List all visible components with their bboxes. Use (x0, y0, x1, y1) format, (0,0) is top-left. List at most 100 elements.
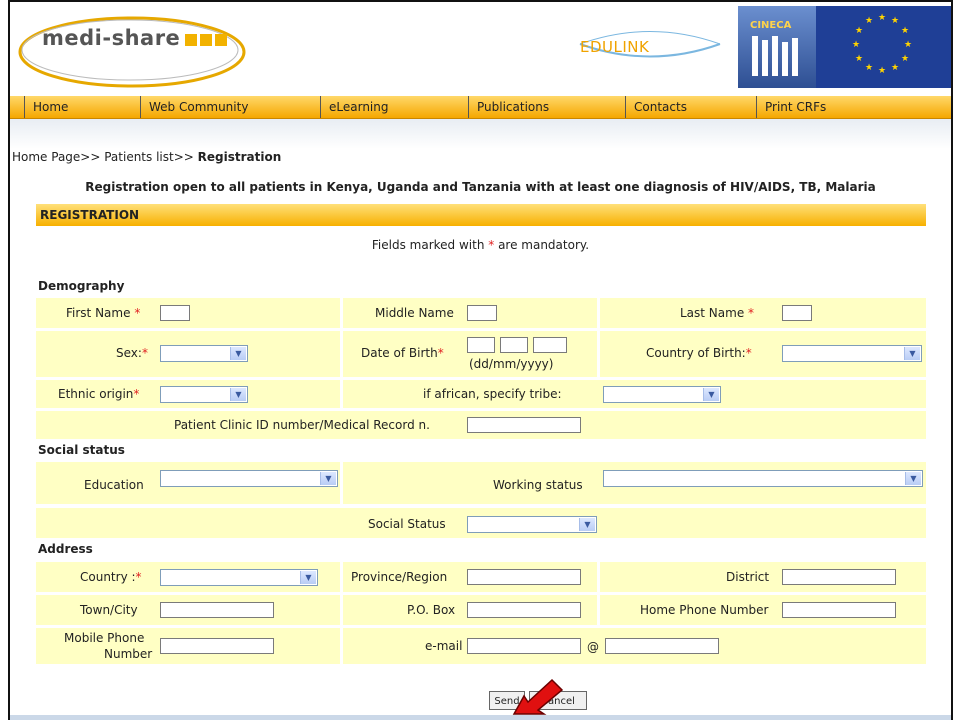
svg-text:★: ★ (878, 13, 886, 23)
ethnic-origin-cell: Ethnic origin* ▼ (36, 380, 343, 408)
nav-publications[interactable]: Publications (468, 96, 597, 118)
svg-text:★: ★ (878, 66, 886, 76)
working-status-cell: Working status ▼ (343, 462, 926, 504)
dob-year-input[interactable] (533, 337, 567, 353)
demography-row-1: First Name * Middle Name Last Name * (36, 298, 926, 328)
province-label: Province/Region (351, 570, 448, 584)
middle-name-label: Middle Name (375, 306, 454, 320)
svg-text:★: ★ (855, 54, 863, 64)
chevron-down-icon: ▼ (905, 472, 921, 485)
address-row-3: Mobile Phone Number e-mail @ (36, 628, 926, 664)
mobile-phone-label-line2: Number (104, 647, 153, 661)
chevron-down-icon: ▼ (703, 388, 719, 401)
logo-block-icon (185, 34, 197, 46)
education-select[interactable]: ▼ (160, 470, 338, 487)
tribe-cell: if african, specify tribe: ▼ (343, 380, 926, 408)
mandatory-note-before: Fields marked with (371, 238, 489, 252)
district-label: District (726, 570, 770, 584)
site-header: medi-share EDULINK CINECA ★ ★ ★ ★ ★ ★ ★ … (10, 2, 951, 94)
demography-title: Demography (38, 279, 125, 293)
mobile-phone-input[interactable] (160, 638, 274, 654)
demography-row-3: Ethnic origin* ▼ if african, specify tri… (36, 380, 926, 408)
province-input[interactable] (467, 569, 581, 585)
breadcrumb-path[interactable]: Home Page>> Patients list>> (12, 150, 198, 164)
ethnic-origin-select[interactable]: ▼ (160, 386, 248, 403)
svg-text:★: ★ (904, 40, 912, 50)
svg-text:★: ★ (901, 26, 909, 36)
education-label: Education (84, 478, 144, 492)
country-of-birth-select[interactable]: ▼ (782, 345, 922, 362)
chevron-down-icon: ▼ (300, 571, 316, 584)
demography-row-4: Patient Clinic ID number/Medical Record … (36, 411, 926, 439)
address-row-1: Country :* ▼ Province/Region District (36, 562, 926, 592)
breadcrumb-current: Registration (197, 150, 282, 164)
country-of-birth-label: Country of Birth:* (646, 346, 752, 360)
email-user-input[interactable] (467, 638, 581, 654)
first-name-input[interactable] (160, 305, 190, 321)
country-select[interactable]: ▼ (160, 569, 318, 586)
nav-shadow (10, 119, 951, 149)
social-row-2: Social Status ▼ (36, 508, 926, 538)
country-label: Country :* (80, 570, 142, 584)
dob-label: Date of Birth* (361, 346, 444, 360)
edulink-logo[interactable]: EDULINK (580, 38, 649, 56)
town-input[interactable] (160, 602, 274, 618)
clinic-id-cell: Patient Clinic ID number/Medical Record … (36, 411, 926, 439)
nav-web-community[interactable]: Web Community (140, 96, 299, 118)
dob-month-input[interactable] (500, 337, 528, 353)
nav-contacts[interactable]: Contacts (625, 96, 734, 118)
mandatory-note: Fields marked with * are mandatory. (10, 238, 951, 252)
eu-flag-icon: ★ ★★ ★★★ ★★★ ★★★ (816, 6, 951, 88)
page-frame: medi-share EDULINK CINECA ★ ★ ★ ★ ★ ★ ★ … (8, 0, 953, 720)
footer-strip (10, 715, 951, 720)
registration-title: REGISTRATION (40, 208, 140, 222)
tribe-select[interactable]: ▼ (603, 386, 721, 403)
first-name-label: First Name * (66, 306, 141, 320)
home-phone-cell: Home Phone Number (600, 595, 926, 625)
first-name-cell: First Name * (36, 298, 343, 328)
dob-day-input[interactable] (467, 337, 495, 353)
working-status-select[interactable]: ▼ (603, 470, 923, 487)
last-name-input[interactable] (782, 305, 812, 321)
nav-home[interactable]: Home (24, 96, 131, 118)
sex-label: Sex:* (116, 346, 148, 360)
clinic-id-input[interactable] (467, 417, 581, 433)
dob-cell: Date of Birth* (dd/mm/yyyy) (343, 331, 600, 377)
svg-text:★: ★ (901, 54, 909, 64)
logo-block-icon (215, 34, 227, 46)
country-cell: Country :* ▼ (36, 562, 343, 592)
address-title: Address (38, 542, 93, 556)
chevron-down-icon: ▼ (230, 388, 246, 401)
middle-name-input[interactable] (467, 305, 497, 321)
site-logo[interactable]: medi-share (42, 26, 180, 50)
social-status-cell: Social Status ▼ (36, 508, 926, 538)
svg-text:★: ★ (865, 63, 873, 73)
mandatory-note-after: are mandatory. (494, 238, 590, 252)
education-cell: Education ▼ (36, 462, 343, 504)
home-phone-input[interactable] (782, 602, 896, 618)
demography-row-2: Sex:* ▼ Date of Birth* (dd/mm/yyyy) Coun… (36, 331, 926, 377)
clinic-id-label: Patient Clinic ID number/Medical Record … (174, 418, 430, 432)
tribe-label: if african, specify tribe: (423, 387, 562, 401)
nav-elearning[interactable]: eLearning (320, 96, 429, 118)
nav-print-crfs[interactable]: Print CRFs (756, 96, 885, 118)
dob-format-hint: (dd/mm/yyyy) (469, 357, 554, 371)
town-cell: Town/City (36, 595, 343, 625)
registration-notice: Registration open to all patients in Ken… (85, 180, 876, 194)
country-of-birth-cell: Country of Birth:* ▼ (600, 331, 926, 377)
main-navigation: Home Web Community eLearning Publication… (10, 96, 951, 119)
chevron-down-icon: ▼ (320, 472, 336, 485)
po-box-input[interactable] (467, 602, 581, 618)
cineca-logo[interactable]: CINECA (738, 6, 816, 88)
sex-select[interactable]: ▼ (160, 345, 248, 362)
breadcrumb: Home Page>> Patients list>> Registration (12, 150, 281, 164)
working-status-label: Working status (493, 478, 583, 492)
po-box-label: P.O. Box (407, 603, 456, 617)
social-status-select[interactable]: ▼ (467, 516, 597, 533)
town-label: Town/City (80, 603, 138, 617)
chevron-down-icon: ▼ (230, 347, 246, 360)
svg-text:★: ★ (891, 63, 899, 73)
email-domain-input[interactable] (605, 638, 719, 654)
district-input[interactable] (782, 569, 896, 585)
address-row-2: Town/City P.O. Box Home Phone Number (36, 595, 926, 625)
